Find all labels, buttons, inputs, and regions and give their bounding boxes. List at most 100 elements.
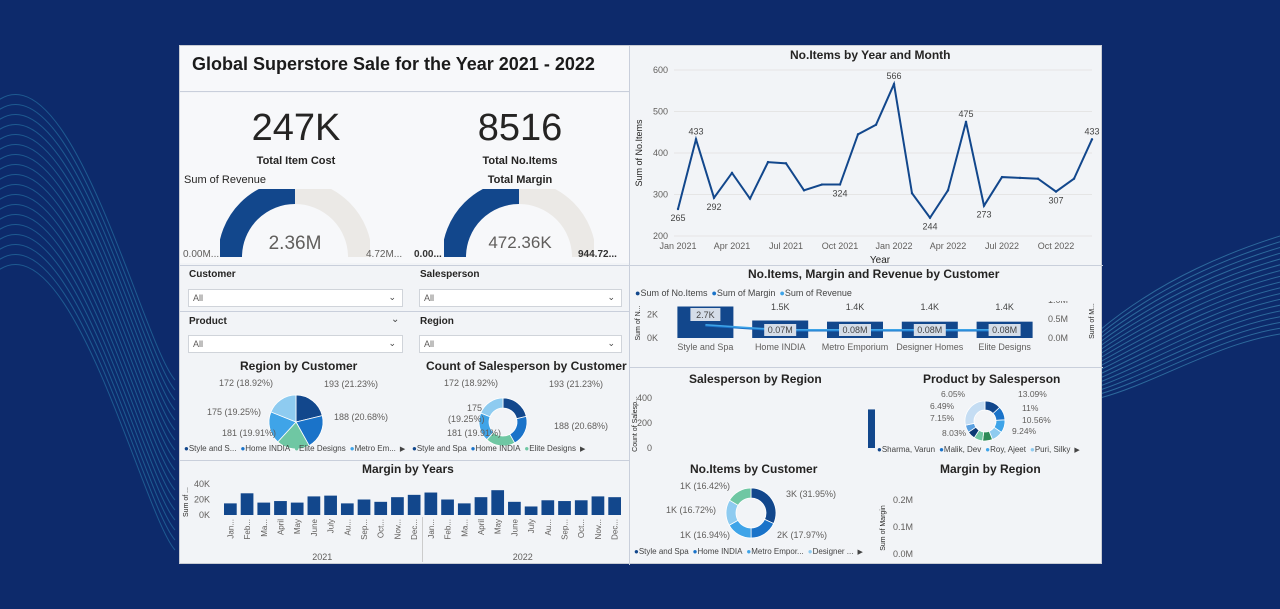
- product-chevron-icon[interactable]: ⌄: [391, 314, 399, 325]
- bar: [474, 497, 488, 515]
- x-tick-label: Oct...: [377, 519, 386, 538]
- margin-by-region-chart: 0.0M0.1M0.2MSum of MarginSouth ...North …: [880, 495, 913, 559]
- x-tick-label: Apr 2021: [714, 241, 751, 251]
- pie4-label-1642: 1K (16.42%): [680, 481, 731, 491]
- x-tick-label: Feb...: [243, 519, 252, 539]
- legend-next-icon[interactable]: ▶: [857, 549, 862, 556]
- data-point: [1090, 138, 1094, 141]
- margin-by-years-chart: 0K 20K 40K Sum of ... Jan... Feb... Ma... April…: [183, 479, 621, 562]
- data-point: [874, 123, 878, 126]
- combo-chart: 0K 2K Sum of N... 0.0M 0.5M 1.0M Sum of M... St…: [635, 301, 1096, 352]
- region-by-customer-legend: ●Style and S... ●Home INDIA ●Elite Designs…: [184, 444, 405, 453]
- data-point: [712, 196, 716, 200]
- x-tick-label: Oct 2021: [822, 241, 859, 251]
- x-tick-label: Dec...: [611, 519, 620, 540]
- no-items-value: 8516: [477, 107, 563, 149]
- legend-next-icon[interactable]: ▶: [400, 446, 405, 453]
- salesperson-by-customer-legend: ●Style and Spa ●Home INDIA ●Elite Designs ▶: [412, 444, 585, 453]
- wave-left-10: [0, 194, 176, 481]
- x-tick-label: April: [477, 519, 486, 535]
- series-line: [677, 80, 1093, 220]
- product-slicer-label: Product: [189, 316, 227, 327]
- y-tick-label: 0: [647, 443, 652, 453]
- x-tick-label: Jan...: [226, 519, 235, 539]
- wave-left-14: [0, 234, 176, 521]
- pie3-label-605: 6.05%: [941, 389, 966, 399]
- data-label: 307: [1048, 196, 1063, 206]
- pie4-label-1797: 2K (17.97%): [777, 530, 828, 540]
- data-label: 433: [688, 126, 703, 136]
- wave-left-3: [0, 124, 176, 411]
- wave-left-11: [0, 204, 176, 491]
- margin-gauge-min: 0.00...: [414, 249, 442, 260]
- pie3-label-715: 7.15%: [930, 413, 955, 423]
- pie2-label-181: 181 (19.91%): [447, 428, 502, 438]
- y-tick-label: 0K: [199, 510, 210, 520]
- legend-item: ●Malik, Dev: [939, 445, 982, 454]
- legend-item: ●Metro Em...: [349, 444, 396, 453]
- items-by-month-chart: 200 300 400 500 600 Jan 2021 Apr 2021 Jul 2021 O…: [634, 65, 1100, 265]
- legend-item: ●Puri, Silky: [1029, 445, 1071, 454]
- salesperson-slicer[interactable]: All ⌄: [419, 289, 622, 307]
- customer-slicer-value: All: [193, 293, 204, 303]
- region-by-customer-title: Region by Customer: [240, 359, 358, 373]
- data-label: 324: [832, 189, 847, 199]
- wave-left-17: [0, 264, 176, 551]
- bar: [374, 501, 388, 515]
- wave-left-5: [0, 144, 176, 431]
- wave-left-7: [0, 164, 176, 451]
- bar: [290, 502, 304, 515]
- legend-next-icon[interactable]: ▶: [580, 446, 585, 453]
- y-tick-label: 20K: [194, 495, 210, 505]
- bar: [541, 500, 555, 515]
- region-slicer[interactable]: All ⌄: [419, 335, 622, 353]
- pie4-label-1672: 1K (16.72%): [666, 505, 717, 515]
- margin-by-region-title: Margin by Region: [940, 462, 1041, 476]
- x-tick-label: Jan...: [427, 519, 436, 539]
- wave-right-14: [1099, 316, 1280, 387]
- pie1-label-193: 193 (21.23%): [324, 379, 379, 389]
- chevron-down-icon: ⌄: [607, 292, 615, 302]
- y2-tick-label: 0.5M: [1048, 314, 1068, 324]
- data-point: [946, 189, 950, 192]
- data-point: [694, 138, 698, 141]
- y-tick-label: 400: [637, 393, 652, 403]
- pie2-label-193: 193 (21.23%): [549, 379, 604, 389]
- pie1-label-181: 181 (19.91%): [222, 428, 277, 438]
- product-slicer-value: All: [193, 339, 204, 349]
- legend-item: ●Sum of No.Items: [635, 288, 708, 298]
- x-tick-label: May: [494, 519, 503, 534]
- legend-item: ●Home INDIA: [240, 444, 291, 453]
- data-label: 1.4K: [846, 302, 865, 312]
- y-axis-title: Sum of N...: [635, 305, 642, 340]
- data-label: 0.08M: [992, 325, 1017, 335]
- data-label: 433: [1084, 126, 1099, 136]
- bar: [274, 501, 287, 515]
- product-by-salesperson-chart: [964, 400, 1006, 442]
- data-point: [928, 216, 932, 219]
- data-point: [748, 197, 752, 200]
- x-tick-label: Designer Homes: [896, 342, 964, 352]
- bar: [240, 493, 254, 515]
- legend-item: ●Home INDIA: [470, 444, 521, 453]
- pie2-label-188: 188 (20.68%): [554, 421, 609, 431]
- bar: [307, 496, 321, 515]
- revenue-gauge-max: 4.72M...: [366, 249, 403, 260]
- y-tick-label: 200: [637, 418, 652, 428]
- x-tick-label: June: [310, 518, 319, 536]
- x-tick-label: Au...: [343, 519, 352, 535]
- wave-left-2: [0, 114, 176, 401]
- customer-slicer[interactable]: All ⌄: [188, 289, 403, 307]
- wave-left-12: [0, 214, 176, 501]
- region-slicer-value: All: [424, 339, 435, 349]
- data-point: [964, 120, 968, 124]
- y-tick-label: 600: [653, 65, 668, 75]
- bar: [224, 503, 237, 515]
- legend-next-icon[interactable]: ▶: [1074, 447, 1079, 454]
- product-slicer[interactable]: All ⌄: [188, 335, 403, 353]
- pie3-label-803: 8.03%: [942, 428, 967, 438]
- y-axis-title: Sum of ...: [183, 487, 190, 517]
- y2-tick-label: 0.0M: [1048, 333, 1068, 343]
- data-label: 0.08M: [842, 325, 867, 335]
- data-label: 273: [976, 210, 991, 220]
